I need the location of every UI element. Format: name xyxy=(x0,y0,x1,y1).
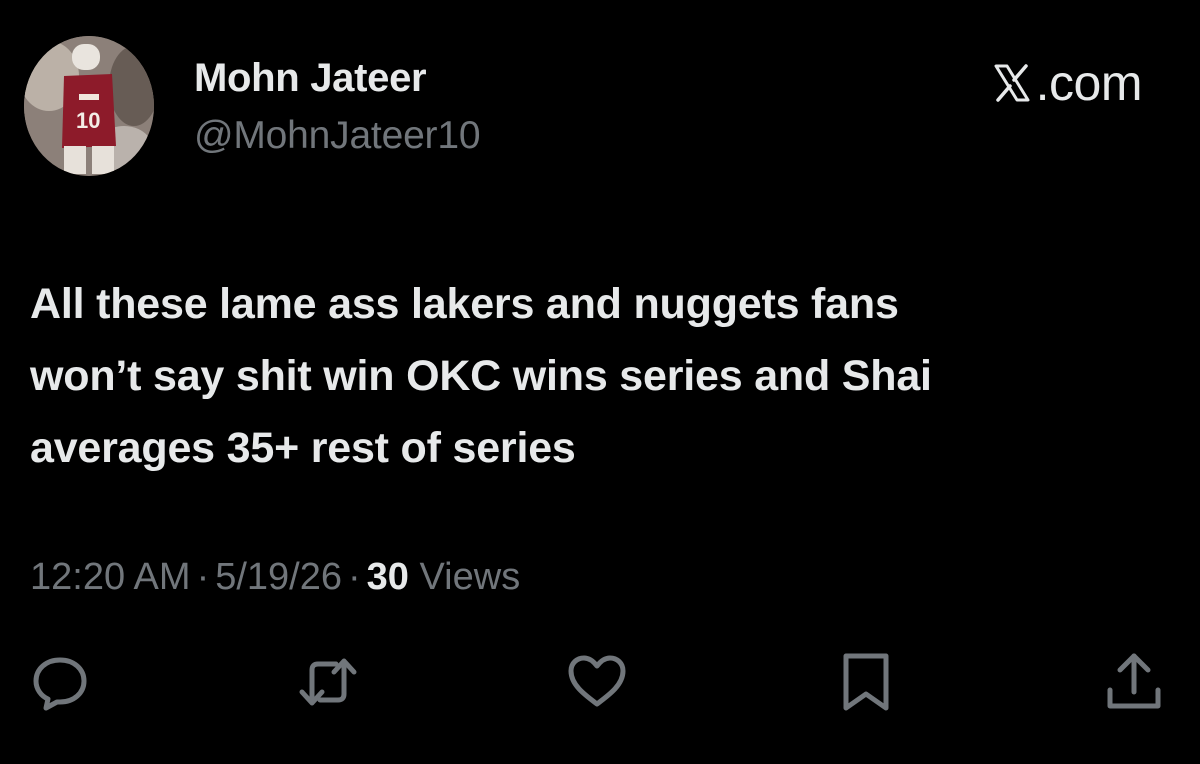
share-button[interactable] xyxy=(1102,650,1166,714)
brand-watermark: .com xyxy=(992,54,1143,112)
retweet-icon xyxy=(299,658,357,706)
x-logo-icon xyxy=(994,64,1030,102)
tweet-date[interactable]: 5/19/26 xyxy=(215,556,342,598)
bookmark-icon xyxy=(843,653,889,711)
author-handle[interactable]: @MohnJateer10 xyxy=(194,114,481,158)
tweet-text-line: averages 35+ rest of series xyxy=(30,424,576,472)
reply-icon xyxy=(33,657,87,711)
tweet-meta: 12:20 AM · 5/19/26 · 30 Views xyxy=(30,556,520,599)
avatar[interactable]: 10 xyxy=(24,36,154,176)
bookmark-button[interactable] xyxy=(834,650,898,714)
tweet-text: All these lame ass lakers and nuggets fa… xyxy=(30,268,1180,484)
like-button[interactable] xyxy=(565,650,629,714)
svg-text:10: 10 xyxy=(76,108,100,133)
tweet-text-line: All these lame ass lakers and nuggets fa… xyxy=(30,280,899,328)
reply-button[interactable] xyxy=(28,650,92,714)
like-icon xyxy=(568,655,626,707)
tweet-text-line: won’t say shit win OKC wins series and S… xyxy=(30,352,932,400)
views-count: 30 xyxy=(366,556,409,598)
meta-separator: · xyxy=(196,556,210,598)
meta-separator: · xyxy=(348,556,361,598)
brand-label: .com xyxy=(1035,55,1143,111)
action-bar xyxy=(0,650,1200,714)
share-icon xyxy=(1107,653,1161,709)
avatar-image: 10 xyxy=(24,36,154,176)
tweet-time[interactable]: 12:20 AM xyxy=(30,556,191,598)
retweet-button[interactable] xyxy=(296,650,360,714)
author-display-name[interactable]: Mohn Jateer xyxy=(194,56,427,101)
views-label: Views xyxy=(419,556,521,598)
